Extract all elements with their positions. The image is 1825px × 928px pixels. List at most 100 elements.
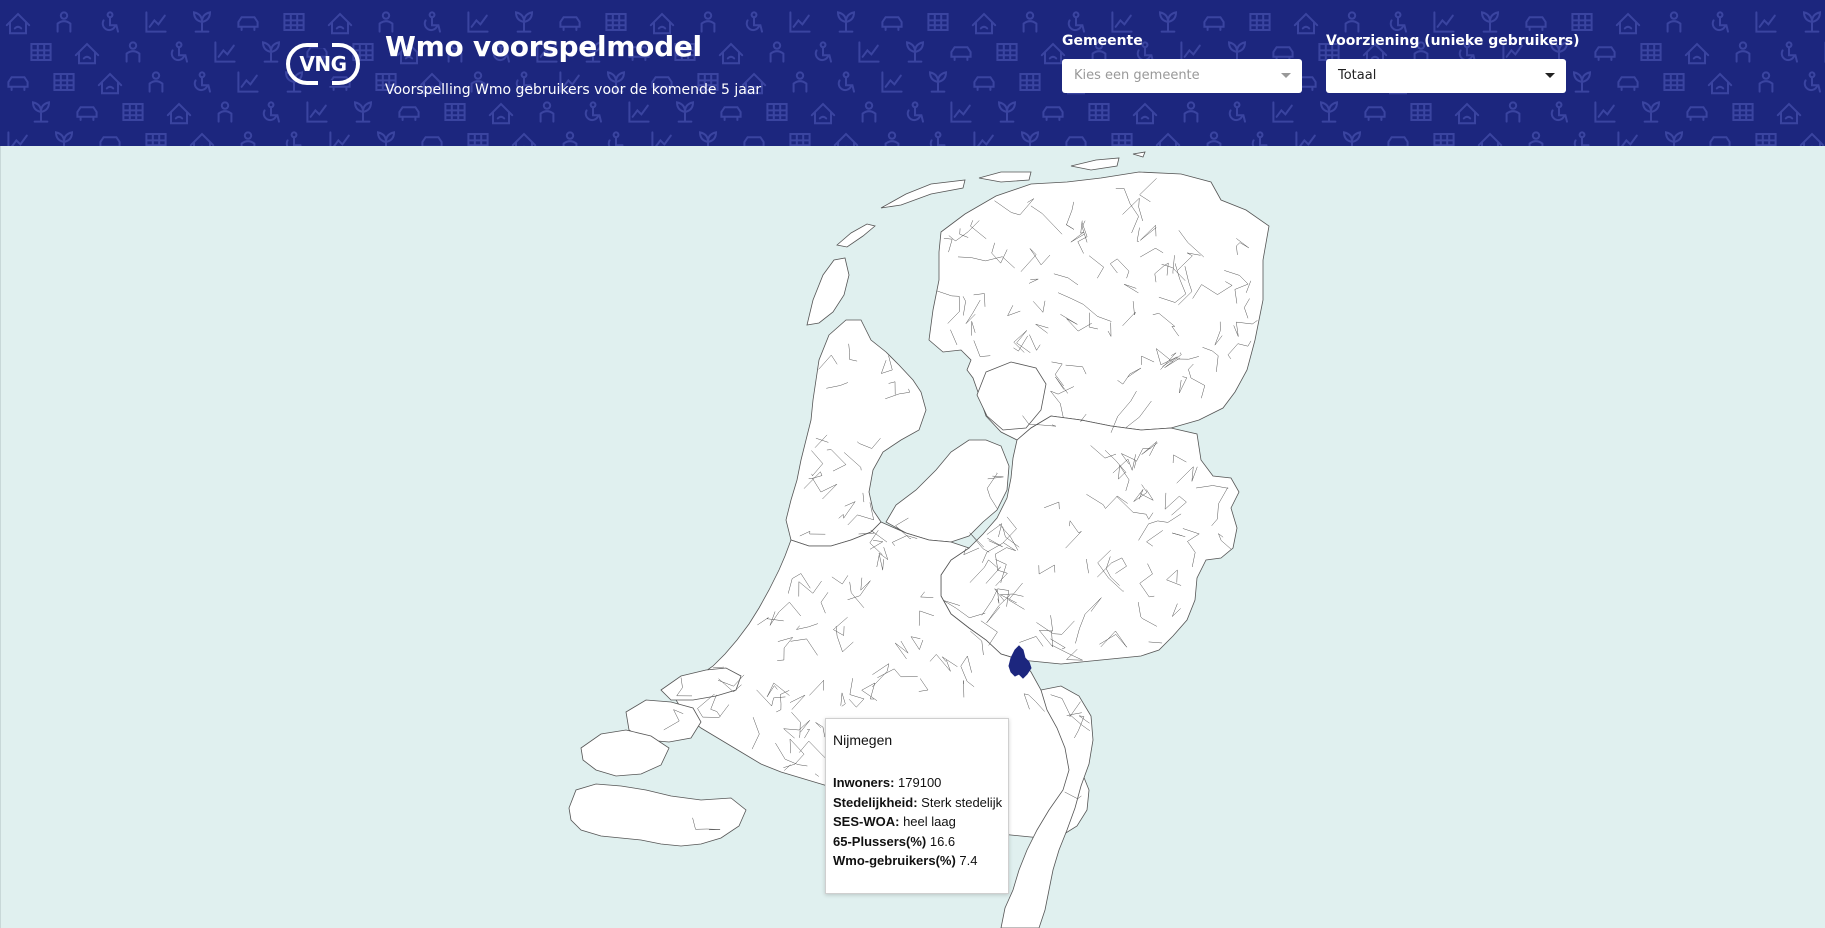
wheelchair-icon [170, 41, 189, 63]
wheelchair-icon [1780, 41, 1799, 63]
person-icon [1758, 71, 1774, 93]
chart-icon [881, 71, 903, 93]
person-icon [1505, 101, 1521, 123]
chart-icon [789, 11, 811, 33]
plant-icon [997, 101, 1017, 123]
chart-icon [1433, 11, 1455, 33]
table-icon [927, 12, 949, 32]
wheelchair-icon [584, 101, 603, 123]
chart-icon [1111, 11, 1133, 33]
table-icon [145, 132, 167, 146]
wheelchair-icon [1550, 101, 1569, 123]
house-icon [1684, 42, 1710, 65]
tooltip-title: Nijmegen [833, 732, 893, 748]
plant-icon [928, 71, 948, 93]
voorziening-select[interactable]: Totaal [1326, 59, 1566, 93]
plant-icon [1319, 101, 1339, 123]
chart-icon [214, 41, 236, 63]
house-icon [1132, 102, 1158, 125]
island-ameland[interactable] [978, 171, 1032, 183]
table-icon [1433, 132, 1455, 146]
chevron-down-icon [1545, 73, 1555, 78]
house-icon [1293, 12, 1319, 35]
car-icon [950, 46, 972, 62]
wheelchair-icon [1067, 11, 1086, 33]
person-icon [1022, 11, 1038, 33]
car-icon [559, 16, 581, 32]
house-icon [1707, 72, 1733, 95]
table-icon [1088, 102, 1110, 122]
wheelchair-icon [285, 131, 302, 146]
plant-icon [261, 41, 281, 63]
plant-icon [836, 11, 856, 33]
person-icon [56, 11, 72, 33]
house-icon [97, 72, 123, 95]
car-icon [1594, 46, 1616, 62]
wheelchair-icon [1389, 11, 1408, 33]
car-icon [237, 16, 259, 32]
house-icon [511, 132, 537, 146]
car-icon [421, 136, 443, 146]
car-icon [1364, 106, 1386, 122]
island-terschelling[interactable] [880, 179, 966, 209]
person-icon [240, 131, 256, 146]
house-icon [1799, 132, 1825, 146]
gemeente-select[interactable]: Kies een gemeente [1062, 59, 1302, 93]
island-vlieland[interactable] [836, 223, 876, 248]
plant-icon [1802, 11, 1822, 33]
car-icon [7, 76, 29, 92]
person-icon [1735, 41, 1751, 63]
chart-icon [237, 71, 259, 93]
island-schiermonnikoog[interactable] [1070, 157, 1120, 171]
car-icon [1387, 136, 1409, 146]
plant-icon [1158, 11, 1178, 33]
chart-icon [145, 11, 167, 33]
map-area[interactable]: Nijmegen Inwoners: 179100 Stedelijkheid:… [0, 146, 1825, 928]
person-icon [378, 11, 394, 33]
person-icon [148, 71, 164, 93]
chart-icon [628, 101, 650, 123]
chart-icon [467, 11, 489, 33]
person-icon [217, 101, 233, 123]
wheelchair-icon [1251, 131, 1268, 146]
chart-icon [1272, 101, 1294, 123]
wheelchair-icon [929, 131, 946, 146]
chevron-down-icon [1281, 73, 1291, 78]
car-icon [1065, 136, 1087, 146]
car-icon [720, 106, 742, 122]
chart-icon [329, 131, 350, 146]
house-icon [327, 12, 353, 35]
table-icon [1111, 132, 1133, 146]
house-icon [1454, 102, 1480, 125]
chart-icon [7, 131, 28, 146]
plant-icon [353, 101, 373, 123]
island-rottumeroog[interactable] [1132, 151, 1146, 158]
island-texel[interactable] [806, 257, 850, 326]
region-zeeuws-vlaanderen[interactable] [568, 783, 747, 847]
wheelchair-icon [193, 71, 212, 93]
wheelchair-icon [1228, 101, 1247, 123]
wheelchair-icon [423, 11, 442, 33]
chart-icon [1755, 11, 1777, 33]
vng-logo[interactable]: VNG [286, 42, 360, 86]
table-icon [1755, 132, 1777, 146]
app-header: VNG Wmo voorspelmodel Voorspelling Wmo g… [0, 0, 1825, 146]
table-icon [605, 12, 627, 32]
table-icon [789, 132, 811, 146]
car-icon [398, 106, 420, 122]
car-icon [1042, 106, 1064, 122]
table-icon [1249, 12, 1271, 32]
tooltip-label: Inwoners: [833, 775, 895, 790]
house-icon [166, 102, 192, 125]
car-icon [881, 16, 903, 32]
car-icon [1203, 16, 1225, 32]
tooltip-row-inwoners: Inwoners: 179100 [833, 773, 1001, 793]
wheelchair-icon [262, 101, 281, 123]
page-subtitle: Voorspelling Wmo gebruikers voor de kome… [385, 82, 762, 98]
table-icon [1732, 102, 1754, 122]
plant-icon [1480, 11, 1500, 33]
car-icon [1525, 16, 1547, 32]
house-icon [488, 102, 514, 125]
house-icon [1040, 42, 1066, 65]
wheelchair-icon [1711, 11, 1730, 33]
